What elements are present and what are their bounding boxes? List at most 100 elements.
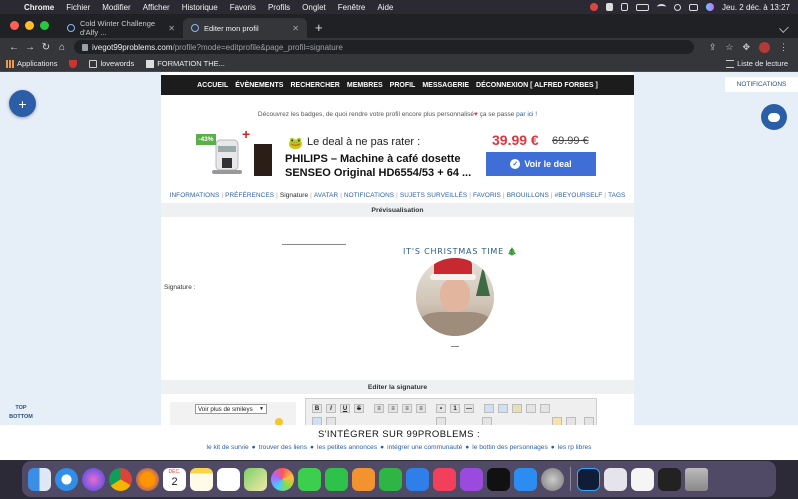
numbered-list-icon[interactable]: 1 [450, 404, 460, 413]
search-icon[interactable] [673, 3, 681, 11]
podcasts-icon[interactable] [460, 467, 483, 491]
home-icon[interactable]: ⌂ [54, 42, 70, 53]
bookmark-lovewords[interactable]: lovewords [83, 59, 140, 68]
scroll-bottom-link[interactable]: BOTTOM [6, 413, 36, 422]
quote-icon[interactable] [484, 404, 494, 413]
source-icon[interactable] [566, 417, 576, 425]
nav-deconnexion[interactable]: DÉCONNEXION [ ALFRED FORBES ] [476, 82, 598, 89]
tv-icon[interactable] [487, 467, 510, 491]
close-icon[interactable]: ✕ [168, 24, 175, 33]
menu-modifier[interactable]: Modifier [96, 3, 136, 12]
menu-app-name[interactable]: Chrome [18, 3, 60, 12]
menu-onglet[interactable]: Onglet [296, 3, 332, 12]
menu-historique[interactable]: Historique [176, 3, 224, 12]
tab-avatar[interactable]: AVATAR [314, 192, 338, 199]
color-icon[interactable] [436, 417, 446, 425]
link-rp-libres[interactable]: les rp libres [558, 444, 592, 451]
firefox-icon[interactable] [136, 467, 159, 491]
italic-button[interactable]: I [326, 404, 336, 413]
tab-search-icon[interactable] [779, 23, 789, 33]
preview-icon[interactable] [604, 467, 627, 491]
voir-le-deal-button[interactable]: ✓ Voir le deal [486, 152, 596, 176]
justify-icon[interactable]: ≡ [416, 404, 426, 413]
close-icon[interactable]: ✕ [292, 24, 299, 33]
preview-icon[interactable] [552, 417, 562, 425]
product-title[interactable]: PHILIPS – Machine à café dosette SENSEO … [285, 152, 481, 180]
tab-editer-profil[interactable]: Editer mon profil ✕ [183, 18, 307, 38]
link-icon[interactable] [326, 417, 336, 425]
link-bottin-personnages[interactable]: le bottin des personnages [472, 444, 548, 451]
chrome-menu-icon[interactable]: ⋮ [779, 42, 788, 53]
menubar-clock[interactable]: Jeu. 2 déc. à 13:27 [722, 3, 790, 12]
reminders-icon[interactable] [217, 467, 240, 491]
close-window-button[interactable] [10, 21, 19, 30]
extensions-icon[interactable]: ✥ [742, 42, 750, 53]
smileys-select[interactable]: Voir plus de smileys ▼ [195, 404, 267, 414]
nav-messagerie[interactable]: MESSAGERIE [422, 82, 469, 89]
nav-rechercher[interactable]: RECHERCHER [290, 82, 339, 89]
bookmark-applications[interactable]: Applications [0, 59, 63, 68]
image-icon[interactable] [312, 417, 322, 425]
deal-advert[interactable]: -43% + 🐸 Le deal à ne pas rater : PHILIP… [194, 126, 600, 180]
link-petites-annonces[interactable]: les petites annonces [317, 444, 377, 451]
photos-icon[interactable] [271, 467, 294, 491]
tab-cold-winter[interactable]: Cold Winter Challenge d'Alfy ... ✕ [59, 18, 183, 38]
menu-afficher[interactable]: Afficher [137, 3, 176, 12]
nav-evenements[interactable]: ÉVÈNEMENTS [235, 82, 283, 89]
align-left-icon[interactable]: ≡ [374, 404, 384, 413]
reading-list[interactable]: Liste de lecture [720, 59, 798, 68]
keynote-icon[interactable] [406, 467, 429, 491]
appstore-icon[interactable] [514, 467, 537, 491]
link-kit-de-survie[interactable]: le kit de survie [207, 444, 249, 451]
align-center-icon[interactable]: ≡ [388, 404, 398, 413]
nav-profil[interactable]: PROFIL [390, 82, 416, 89]
new-tab-button[interactable]: + [307, 20, 323, 38]
bookmark-shield[interactable] [63, 59, 83, 68]
minimize-window-button[interactable] [25, 21, 34, 30]
table-icon[interactable] [540, 404, 550, 413]
menu-aide[interactable]: Aide [371, 3, 399, 12]
trash-icon[interactable] [685, 467, 708, 491]
tab-signature[interactable]: Signature [280, 192, 308, 199]
tab-notifications[interactable]: NOTIFICATIONS [344, 192, 394, 199]
pages-icon[interactable] [352, 467, 375, 491]
bookmark-star-icon[interactable]: ☆ [725, 42, 733, 53]
chat-button[interactable] [761, 104, 787, 130]
chrome-icon[interactable] [109, 467, 132, 491]
code-icon[interactable] [498, 404, 508, 413]
add-button[interactable]: + [9, 90, 36, 117]
bullet-list-icon[interactable]: • [436, 404, 446, 413]
menu-fichier[interactable]: Fichier [60, 3, 96, 12]
spoiler-icon[interactable] [512, 404, 522, 413]
siri-menubar-icon[interactable] [705, 3, 714, 11]
wifi-icon[interactable] [656, 4, 666, 10]
link-integrer-communaute[interactable]: intégrer une communauté [387, 444, 462, 451]
address-bar[interactable]: ivegot99problems.com/profile?mode=editpr… [74, 40, 694, 54]
maps-icon[interactable] [244, 467, 267, 491]
numbers-icon[interactable] [379, 467, 402, 491]
menu-profils[interactable]: Profils [262, 3, 296, 12]
underline-button[interactable]: U [340, 404, 350, 413]
profile-avatar[interactable] [759, 41, 770, 53]
align-right-icon[interactable]: ≡ [402, 404, 412, 413]
zoom-window-button[interactable] [40, 21, 49, 30]
lock-icon[interactable] [82, 43, 88, 51]
forward-icon[interactable]: → [22, 42, 38, 53]
messages-icon[interactable] [298, 467, 321, 491]
scroll-top-link[interactable]: TOP [6, 404, 36, 413]
tab-tags[interactable]: TAGS [608, 192, 625, 199]
bluetooth-icon[interactable] [620, 3, 628, 11]
smiley-icon[interactable] [275, 418, 283, 425]
menu-fenetre[interactable]: Fenêtre [332, 3, 372, 12]
photoshop-icon[interactable] [577, 467, 600, 491]
nav-accueil[interactable]: ACCUEIL [197, 82, 228, 89]
share-icon[interactable]: ⇪ [709, 42, 717, 53]
settings-icon[interactable] [541, 467, 564, 491]
facetime-icon[interactable] [325, 467, 348, 491]
bookmark-formation[interactable]: FORMATION THE... [140, 59, 231, 68]
screen-icon[interactable] [658, 467, 681, 491]
music-icon[interactable] [433, 467, 456, 491]
cutter-icon[interactable] [631, 467, 654, 491]
settings-icon[interactable] [584, 417, 594, 425]
rule-icon[interactable]: — [464, 404, 474, 413]
